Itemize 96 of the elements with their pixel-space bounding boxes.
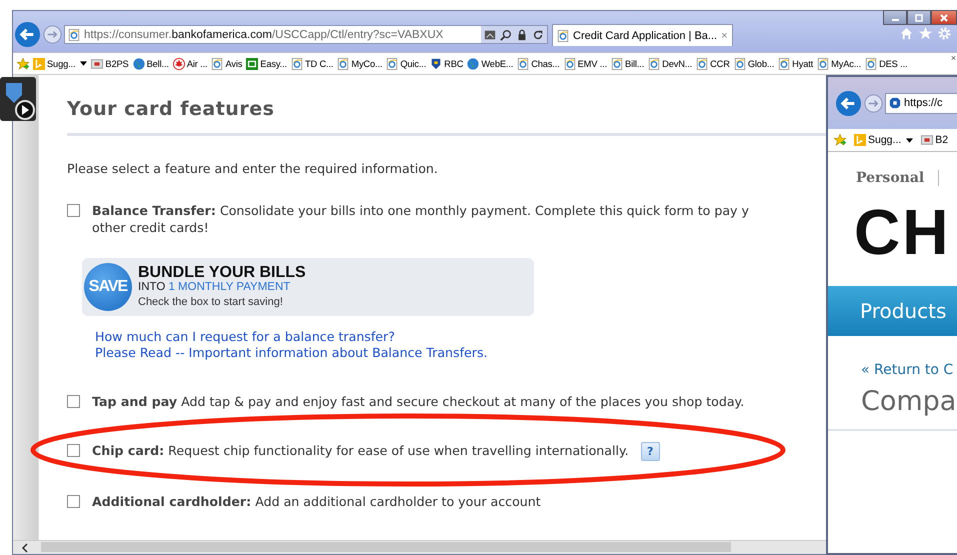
ie-page-icon [734,58,746,70]
scroll-left-icon[interactable] [21,542,29,552]
logo-text: CH [853,200,952,264]
bing-icon [854,134,866,146]
ie-page-icon [611,58,624,70]
favorite-link[interactable]: B2 [921,134,948,146]
ie-page-icon [68,28,80,40]
address-field[interactable]: https://c [885,92,957,114]
horizontal-scrollbar[interactable] [13,540,826,554]
return-link[interactable]: « Return to C [828,362,957,378]
favorites-star-icon[interactable] [17,58,29,70]
page-heading: Compa [860,386,957,417]
ie-page-icon [557,30,569,42]
feature-description: Balance Transfer: Consolidate your bills into one monthly payment. Complete this quick form to pay y other credit cards! [92,202,749,236]
maximize-button[interactable] [907,10,931,25]
shield-icon [430,58,442,70]
help-button[interactable]: ? [640,442,660,461]
favorite-link[interactable]: DES ... [865,58,908,70]
favorite-link[interactable]: CCR [696,58,730,70]
info-link[interactable]: Please Read -- Important information about Balance Transfers. [95,345,488,361]
search-icon[interactable] [500,28,512,40]
star-icon[interactable] [919,27,932,40]
minimize-icon [892,19,898,21]
feature-checkbox[interactable] [67,395,80,408]
lock-icon[interactable] [516,28,528,40]
favorite-link[interactable]: Sugg... [33,58,88,70]
ie-page-icon [817,58,830,70]
promo-headline: BUNDLE YOUR BILLS [138,264,306,280]
favorite-link[interactable]: TD C... [290,58,334,70]
feature-checkbox[interactable] [67,495,80,508]
caret-icon [80,61,88,66]
compatibility-icon[interactable] [484,28,496,40]
favorite-link[interactable]: Bell... [132,58,169,70]
favorite-link[interactable]: WebE... [467,58,514,70]
favorite-link[interactable]: MyAc... [817,58,862,70]
feature-description: Additional cardholder: Add an additional cardholder to your account [92,493,541,510]
favorite-link[interactable]: RBC [430,58,464,70]
maximize-icon [914,12,924,22]
ie-page-icon [517,58,530,70]
tab-close-button[interactable]: × [721,30,728,42]
promo-note: Check the box to start saving! [138,294,284,310]
globe-icon [467,58,480,70]
favorite-link[interactable]: Avis [211,58,242,70]
ie-page-icon [386,58,398,70]
nav-link[interactable]: Personal [856,170,924,186]
favorite-link[interactable]: MyCo... [337,58,382,70]
favorite-link[interactable]: Air ... [172,58,208,70]
back-button[interactable] [14,21,41,48]
promo-highlight: 1 MONTHLY PAYMENT [168,280,290,292]
favorite-link[interactable]: Chas... [517,58,560,70]
bing-icon [33,58,45,70]
octagon-logo-icon [889,97,901,109]
favorites-close-button[interactable]: × [950,53,956,63]
ie-page-icon [290,58,303,70]
favorite-link[interactable]: DevN... [648,58,692,70]
favorite-link[interactable]: Glob... [734,58,774,70]
favorite-link[interactable]: Quic... [386,58,426,70]
site-icon [921,134,934,146]
favorite-link[interactable]: Easy... [246,58,287,70]
site-icon [91,58,104,70]
feature-checkbox[interactable] [67,444,80,457]
promo-subline: INTO [138,280,166,292]
favorite-link[interactable]: Bill... [611,58,644,70]
ie-page-icon [337,58,350,70]
minimize-button[interactable] [883,10,907,25]
ie-page-icon [648,58,660,70]
td-logo-icon [246,58,258,70]
favorite-link[interactable]: B2PS [91,58,129,70]
ie-page-icon [211,58,224,70]
browser-tab[interactable]: Credit Card Application | Ba... × [552,24,733,46]
ie-page-icon [696,58,708,70]
feature-checkbox[interactable] [67,204,80,217]
feature-description: Chip card: Request chip functionality for ease of use when travelling internationally. ? [92,442,660,461]
favorite-link[interactable]: Hyatt [778,58,814,70]
maple-leaf-icon [172,58,185,70]
feature-description: Tap and pay Add tap & pay and enjoy fast and secure checkout at many of the places you shop today. [92,393,744,410]
home-icon[interactable] [900,27,913,40]
settings-icon[interactable] [938,27,951,40]
intro-text: Please select a feature and enter the required information. [67,161,439,176]
save-badge: SAVE [84,263,132,311]
forward-button[interactable] [864,94,883,112]
favorite-link[interactable]: EMV ... [564,58,608,70]
page-heading: Your card features [67,98,274,120]
ie-page-icon [778,58,790,70]
globe-icon [132,58,145,70]
ie-page-icon [564,58,576,70]
forward-button[interactable] [43,25,62,44]
close-button[interactable] [931,10,957,25]
refresh-icon[interactable] [532,28,544,40]
favorite-link[interactable]: Sugg... [854,134,914,146]
info-link[interactable]: How much can I request for a balance transfer? [95,329,395,345]
address-field[interactable]: https://consumer.bankofamerica.com/USCCapp/Ctl/entry?sc=VABXUX [64,25,548,44]
ie-page-icon [865,58,878,70]
favorites-star-icon[interactable] [834,134,846,146]
close-icon [939,12,949,22]
back-button[interactable] [835,90,862,116]
